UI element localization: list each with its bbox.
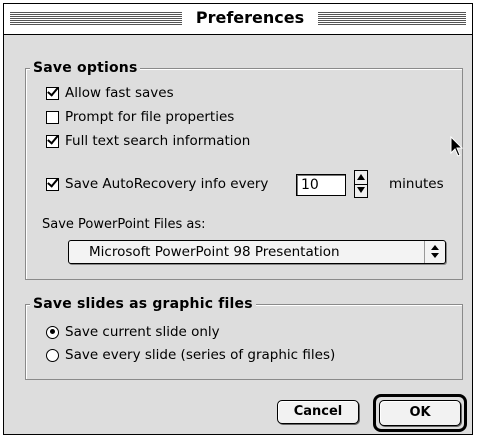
prompt-file-properties-checkbox[interactable] <box>46 110 59 124</box>
save-current-slide-label: Save current slide only <box>65 324 220 340</box>
full-text-search-checkbox[interactable] <box>46 134 59 148</box>
preferences-dialog: Preferences Save options Allow fast save… <box>3 3 473 435</box>
autorecovery-checkbox[interactable] <box>46 177 59 191</box>
save-every-slide-label: Save every slide (series of graphic file… <box>65 347 336 363</box>
cancel-button[interactable]: Cancel <box>277 400 359 424</box>
save-every-slide-option[interactable]: Save every slide (series of graphic file… <box>46 347 335 363</box>
autorecovery-option[interactable]: Save AutoRecovery info every <box>46 176 268 192</box>
window-title: Preferences <box>186 7 314 29</box>
save-every-slide-radio[interactable] <box>46 348 59 362</box>
save-as-format-value: Microsoft PowerPoint 98 Presentation <box>89 244 340 260</box>
allow-fast-saves-checkbox[interactable] <box>46 86 59 100</box>
save-current-slide-radio[interactable] <box>46 325 59 339</box>
prompt-file-properties-label: Prompt for file properties <box>65 109 235 125</box>
save-options-label: Save options <box>30 60 141 76</box>
arrow-cursor-icon <box>450 136 464 157</box>
stepper-down-button[interactable] <box>355 184 367 197</box>
allow-fast-saves-label: Allow fast saves <box>65 85 174 101</box>
title-bar-stripes-left <box>10 12 182 26</box>
save-current-slide-option[interactable]: Save current slide only <box>46 324 220 340</box>
graphic-files-label: Save slides as graphic files <box>30 296 256 312</box>
allow-fast-saves-option[interactable]: Allow fast saves <box>46 85 174 101</box>
save-as-label: Save PowerPoint Files as: <box>42 217 206 232</box>
prompt-file-properties-option[interactable]: Prompt for file properties <box>46 109 234 125</box>
title-bar-stripes-right <box>318 12 466 26</box>
autorecovery-label: Save AutoRecovery info every <box>65 176 269 192</box>
full-text-search-option[interactable]: Full text search information <box>46 133 250 149</box>
title-bar[interactable]: Preferences <box>4 4 472 35</box>
save-as-format-select[interactable]: Microsoft PowerPoint 98 Presentation <box>68 240 446 264</box>
autorecovery-minutes-input[interactable]: 10 <box>296 174 346 196</box>
graphic-files-group <box>25 304 463 380</box>
stepper-arrows-icon[interactable] <box>354 170 368 198</box>
popup-arrows-icon <box>424 241 445 263</box>
full-text-search-label: Full text search information <box>65 133 251 149</box>
stepper-up-button[interactable] <box>355 171 367 185</box>
ok-button[interactable]: OK <box>379 400 461 426</box>
autorecovery-unit-label: minutes <box>389 176 444 192</box>
